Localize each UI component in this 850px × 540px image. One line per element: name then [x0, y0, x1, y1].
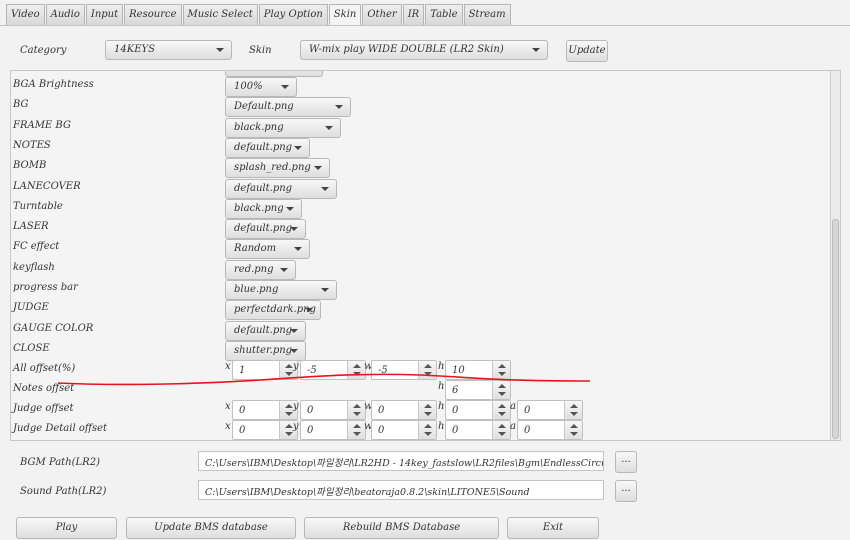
sound-path-input[interactable]: C:\Users\IBM\Desktop\파일정리\beatoraja0.8.2… — [198, 480, 604, 500]
bgm-path-label: BGM Path(LR2) — [20, 457, 100, 468]
exit-button[interactable]: Exit — [507, 517, 599, 539]
bgm-path-input[interactable]: C:\Users\IBM\Desktop\파일정리\LR2HD - 14key_… — [198, 451, 604, 471]
rebuild-bms-database-button[interactable]: Rebuild BMS Database — [304, 517, 499, 539]
bgm-browse-button[interactable]: ... — [615, 451, 637, 473]
sound-browse-button[interactable]: ... — [615, 480, 637, 502]
play-button[interactable]: Play — [16, 517, 117, 539]
sound-path-label: Sound Path(LR2) — [20, 486, 107, 497]
update-bms-database-button[interactable]: Update BMS database — [126, 517, 296, 539]
